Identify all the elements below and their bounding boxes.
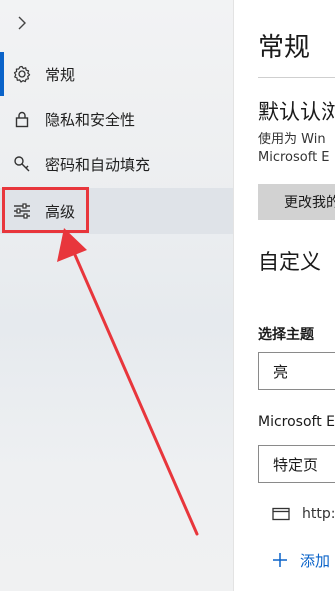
sidebar-item-passwords[interactable]: 密码和自动填充 (0, 142, 233, 186)
add-page-label: 添加 (300, 551, 331, 570)
default-browser-description: 使用为 Win (258, 132, 326, 147)
gear-icon (13, 65, 31, 83)
page-icon (272, 507, 290, 521)
sidebar-item-privacy[interactable]: 隐私和安全性 (0, 97, 233, 141)
lock-icon (15, 111, 29, 128)
default-browser-heading: 默认认浏览 (258, 100, 335, 124)
theme-label: 选择主题 (258, 327, 314, 343)
theme-select[interactable]: 亮 (258, 352, 335, 390)
startup-select[interactable]: 特定页 (258, 445, 335, 483)
main-panel: 常规 默认认浏览 使用为 Win Microsoft E 更改我的 自定义 选择… (234, 0, 335, 591)
sidebar-item-general[interactable]: 常规 (0, 52, 233, 96)
page-title: 常规 (258, 33, 311, 63)
startup-page-url: http: (302, 506, 335, 522)
customize-heading: 自定义 (258, 250, 321, 274)
change-default-button[interactable]: 更改我的 (258, 184, 335, 220)
highlight-box (2, 187, 89, 233)
startup-label: Microsoft E (258, 414, 335, 430)
sidebar-item-label: 隐私和安全性 (45, 110, 136, 129)
key-icon (14, 156, 30, 172)
sidebar: 常规 隐私和安全性 密码和自动填充 高级 (0, 0, 233, 591)
sidebar-item-label: 密码和自动填充 (45, 155, 151, 174)
chevron-right-icon[interactable] (15, 14, 29, 32)
default-browser-description-line2: Microsoft E (258, 150, 330, 165)
startup-page-item[interactable]: http: (272, 503, 335, 525)
theme-select-value: 亮 (273, 362, 289, 381)
add-page-button[interactable]: 添加 (272, 548, 330, 572)
title-divider (258, 77, 335, 78)
sidebar-item-label: 常规 (45, 65, 76, 84)
startup-select-value: 特定页 (273, 455, 319, 474)
plus-icon (273, 553, 287, 567)
